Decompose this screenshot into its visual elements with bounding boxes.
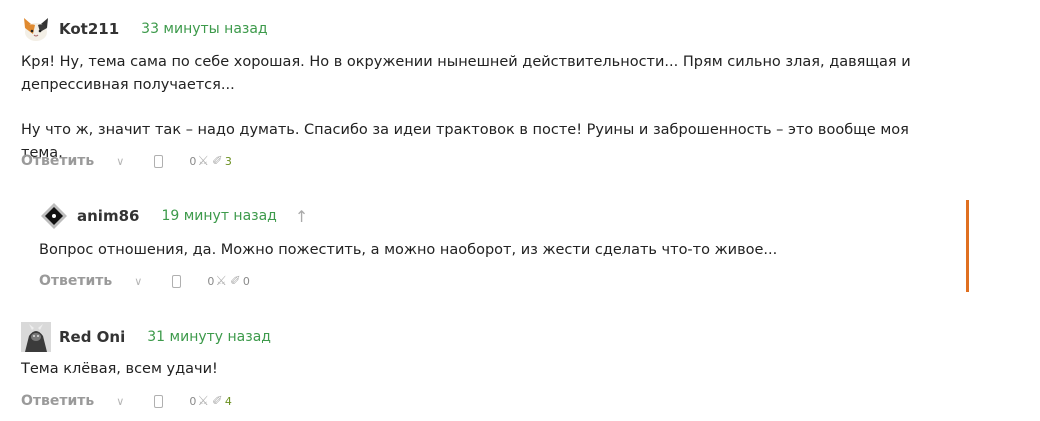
- comment-header: anim86 19 минут назад ↑: [39, 201, 308, 231]
- comment-red-oni: Red Oni 31 минуту назад Тема клёвая, все…: [0, 310, 1040, 421]
- wand-icon[interactable]: ✐: [230, 274, 241, 289]
- phone-icon[interactable]: [154, 394, 164, 408]
- count-a: 0: [189, 154, 197, 168]
- author-name[interactable]: Red Oni: [59, 328, 125, 346]
- chevron-down-icon[interactable]: ∨: [116, 395, 124, 408]
- comment-paragraph: Вопрос отношения, да. Можно пожестить, а…: [39, 242, 778, 258]
- sword-icon[interactable]: ⚔: [215, 274, 227, 289]
- count-b: 4: [224, 394, 232, 408]
- author-name[interactable]: anim86: [77, 207, 139, 225]
- avatar[interactable]: [21, 322, 51, 352]
- sword-icon[interactable]: ⚔: [197, 154, 209, 169]
- comment-header: Red Oni 31 минуту назад: [21, 322, 271, 352]
- comment-body: Вопрос отношения, да. Можно пожестить, а…: [39, 239, 969, 262]
- author-name[interactable]: Kot211: [59, 20, 119, 38]
- comment-paragraph: Тема клёвая, всем удачи!: [21, 361, 218, 377]
- comment-actions: Ответить ∨ 0 ⚔ ✐ 4: [21, 390, 232, 412]
- avatar[interactable]: [21, 14, 51, 44]
- comment-time[interactable]: 33 минуты назад: [141, 21, 267, 37]
- count-a: 0: [207, 274, 215, 288]
- comment-body: Кря! Ну, тема сама по себе хорошая. Но в…: [21, 51, 951, 165]
- chevron-down-icon[interactable]: ∨: [134, 275, 142, 288]
- avatar[interactable]: [39, 201, 69, 231]
- chevron-down-icon[interactable]: ∨: [116, 155, 124, 168]
- comment-kot211: Kot211 33 минуты назад Кря! Ну, тема сам…: [0, 0, 1040, 190]
- sword-icon[interactable]: ⚔: [197, 394, 209, 409]
- reply-button[interactable]: Ответить: [39, 273, 112, 289]
- comment-header: Kot211 33 минуты назад: [21, 14, 268, 44]
- comment-anim86: anim86 19 минут назад ↑ Вопрос отношения…: [0, 190, 1040, 310]
- reply-button[interactable]: Ответить: [21, 393, 94, 409]
- count-a: 0: [189, 394, 197, 408]
- comment-paragraph: Кря! Ну, тема сама по себе хорошая. Но в…: [21, 54, 911, 93]
- comment-time[interactable]: 19 минут назад: [161, 208, 276, 224]
- phone-icon[interactable]: [172, 274, 182, 288]
- count-b: 3: [224, 154, 232, 168]
- comment-actions: Ответить ∨ 0 ⚔ ✐ 0: [39, 270, 250, 292]
- reply-button[interactable]: Ответить: [21, 153, 94, 169]
- comment-time[interactable]: 31 минуту назад: [147, 329, 271, 345]
- count-b: 0: [242, 274, 250, 288]
- phone-icon[interactable]: [154, 154, 164, 168]
- comment-body: Тема клёвая, всем удачи!: [21, 358, 951, 381]
- wand-icon[interactable]: ✐: [212, 394, 223, 409]
- arrow-up-icon[interactable]: ↑: [295, 207, 308, 226]
- comment-actions: Ответить ∨ 0 ⚔ ✐ 3: [21, 150, 232, 172]
- wand-icon[interactable]: ✐: [212, 154, 223, 169]
